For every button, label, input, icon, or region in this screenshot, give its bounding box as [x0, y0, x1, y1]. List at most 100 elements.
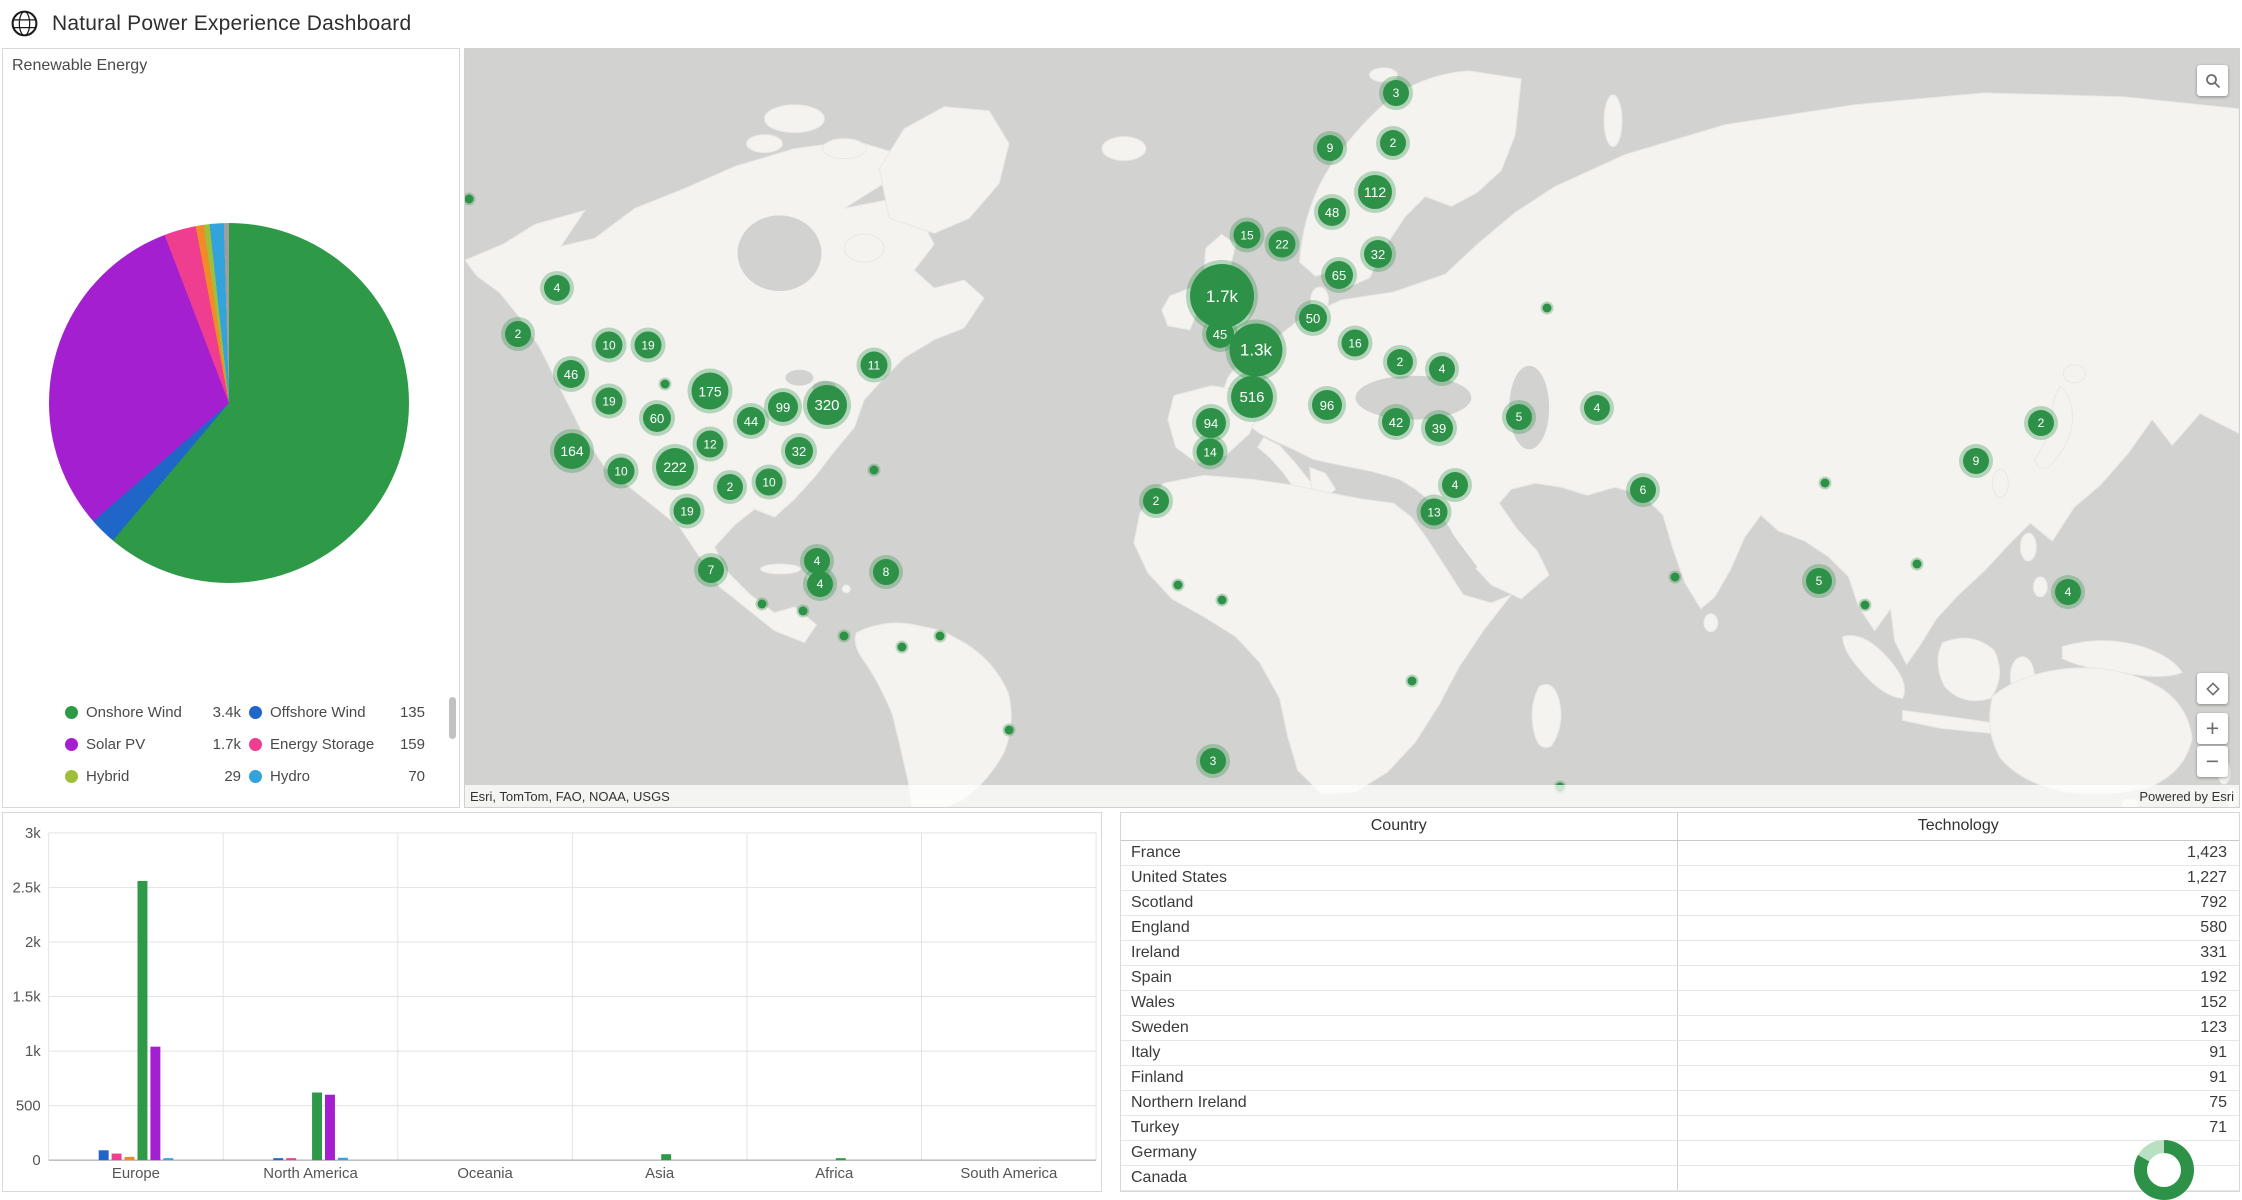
- point-marker[interactable]: [1543, 304, 1552, 313]
- bar-chart-svg[interactable]: 05001k1.5k2k2.5k3kEuropeNorth AmericaOce…: [3, 813, 1101, 1191]
- legend-item[interactable]: Hydro70: [249, 768, 425, 785]
- legend-item[interactable]: Hybrid29: [65, 768, 241, 785]
- cluster-marker[interactable]: 9: [1317, 135, 1343, 161]
- table-row[interactable]: England580: [1121, 915, 2239, 940]
- bar-energy-storage[interactable]: [112, 1154, 122, 1161]
- cluster-marker[interactable]: 7: [698, 557, 724, 583]
- point-marker[interactable]: [1218, 596, 1227, 605]
- point-marker[interactable]: [1408, 677, 1417, 686]
- table-row[interactable]: United States1,227: [1121, 865, 2239, 890]
- cluster-marker[interactable]: 2: [505, 321, 531, 347]
- cluster-marker[interactable]: 320: [807, 385, 847, 425]
- point-marker[interactable]: [1174, 581, 1183, 590]
- cluster-marker[interactable]: 65: [1325, 261, 1353, 289]
- cluster-marker[interactable]: 2: [1387, 349, 1413, 375]
- cluster-marker[interactable]: 8: [873, 559, 899, 585]
- cluster-marker[interactable]: 22: [1269, 231, 1296, 258]
- cluster-marker[interactable]: 112: [1358, 175, 1392, 209]
- cluster-marker[interactable]: 4: [544, 275, 570, 301]
- point-marker[interactable]: [1821, 479, 1830, 488]
- point-marker[interactable]: [936, 632, 945, 641]
- cluster-marker[interactable]: 42: [1382, 408, 1410, 436]
- table-row[interactable]: Wales152: [1121, 990, 2239, 1015]
- table-row[interactable]: Scotland792: [1121, 890, 2239, 915]
- cluster-marker[interactable]: 3: [1383, 80, 1409, 106]
- bar-onshore-wind[interactable]: [137, 881, 147, 1160]
- legend-item[interactable]: Energy Storage159: [249, 736, 425, 753]
- bar-offshore-wind[interactable]: [273, 1158, 283, 1160]
- cluster-marker[interactable]: 48: [1318, 198, 1346, 226]
- table-row[interactable]: France1,423: [1121, 840, 2239, 865]
- bar-onshore-wind[interactable]: [661, 1154, 671, 1160]
- bar-hydro[interactable]: [163, 1158, 173, 1160]
- bar-energy-storage[interactable]: [286, 1158, 296, 1160]
- table-row[interactable]: Turkey71: [1121, 1115, 2239, 1140]
- cluster-marker[interactable]: 10: [608, 458, 635, 485]
- point-marker[interactable]: [661, 380, 670, 389]
- cluster-marker[interactable]: 2: [1143, 488, 1169, 514]
- column-header-country[interactable]: Country: [1121, 813, 1677, 840]
- point-marker[interactable]: [870, 466, 879, 475]
- cluster-marker[interactable]: 96: [1312, 390, 1342, 420]
- cluster-marker[interactable]: 1.7k: [1190, 264, 1254, 328]
- point-marker[interactable]: [840, 632, 849, 641]
- locate-button[interactable]: [2197, 673, 2228, 704]
- point-marker[interactable]: [1913, 560, 1922, 569]
- cluster-marker[interactable]: 4: [2055, 579, 2081, 605]
- table-row[interactable]: Canada: [1121, 1165, 2239, 1190]
- cluster-marker[interactable]: 4: [1429, 356, 1455, 382]
- cluster-marker[interactable]: 39: [1425, 414, 1453, 442]
- cluster-marker[interactable]: 516: [1231, 376, 1273, 418]
- cluster-marker[interactable]: 60: [643, 404, 671, 432]
- cluster-marker[interactable]: 10: [756, 469, 783, 496]
- cluster-marker[interactable]: 46: [557, 360, 585, 388]
- cluster-marker[interactable]: 44: [737, 407, 765, 435]
- cluster-marker[interactable]: 16: [1342, 330, 1369, 357]
- cluster-marker[interactable]: 19: [596, 388, 623, 415]
- cluster-marker[interactable]: 4: [804, 548, 830, 574]
- cluster-marker[interactable]: 10: [596, 332, 623, 359]
- cluster-marker[interactable]: 32: [785, 437, 813, 465]
- cluster-marker[interactable]: 19: [635, 332, 662, 359]
- legend-item[interactable]: Solar PV1.7k: [65, 736, 241, 753]
- table-row[interactable]: Germany: [1121, 1140, 2239, 1165]
- bar-hydro[interactable]: [338, 1158, 348, 1160]
- cluster-marker[interactable]: 13: [1421, 499, 1448, 526]
- column-header-technology[interactable]: Technology: [1677, 813, 2239, 840]
- point-marker[interactable]: [465, 195, 474, 204]
- point-marker[interactable]: [1861, 601, 1870, 610]
- point-marker[interactable]: [1671, 573, 1680, 582]
- bar-onshore-wind[interactable]: [836, 1158, 846, 1160]
- bar-onshore-wind[interactable]: [312, 1093, 322, 1161]
- cluster-marker[interactable]: 2: [1380, 130, 1406, 156]
- cluster-marker[interactable]: 4: [1442, 472, 1468, 498]
- legend-item[interactable]: Onshore Wind3.4k: [65, 704, 241, 721]
- table-row[interactable]: Finland91: [1121, 1065, 2239, 1090]
- cluster-marker[interactable]: 11: [861, 352, 888, 379]
- cluster-marker[interactable]: 175: [692, 373, 729, 410]
- cluster-marker[interactable]: 222: [656, 448, 694, 486]
- pie-chart[interactable]: [49, 223, 409, 583]
- cluster-marker[interactable]: 9: [1963, 448, 1989, 474]
- cluster-marker[interactable]: 19: [674, 498, 701, 525]
- bar-solar-pv[interactable]: [150, 1047, 160, 1160]
- cluster-marker[interactable]: 6: [1630, 477, 1656, 503]
- point-marker[interactable]: [898, 643, 907, 652]
- cluster-marker[interactable]: 5: [1506, 404, 1532, 430]
- cluster-marker[interactable]: 94: [1196, 408, 1226, 438]
- bar-solar-pv[interactable]: [325, 1095, 335, 1160]
- bar-other[interactable]: [125, 1157, 135, 1160]
- map-panel[interactable]: 39211248152232651.7k5045161.3k2451696944…: [464, 48, 2240, 808]
- point-marker[interactable]: [758, 600, 767, 609]
- table-row[interactable]: Sweden123: [1121, 1015, 2239, 1040]
- cluster-marker[interactable]: 1.3k: [1230, 324, 1283, 377]
- cluster-marker[interactable]: 4: [807, 571, 833, 597]
- table-row[interactable]: Spain192: [1121, 965, 2239, 990]
- zoom-in-button[interactable]: +: [2197, 713, 2228, 744]
- cluster-marker[interactable]: 4: [1584, 395, 1610, 421]
- cluster-marker[interactable]: 164: [554, 433, 590, 469]
- legend-scrollbar[interactable]: [449, 697, 456, 739]
- cluster-marker[interactable]: 32: [1364, 240, 1392, 268]
- cluster-marker[interactable]: 2: [717, 474, 743, 500]
- cluster-marker[interactable]: 15: [1234, 222, 1261, 249]
